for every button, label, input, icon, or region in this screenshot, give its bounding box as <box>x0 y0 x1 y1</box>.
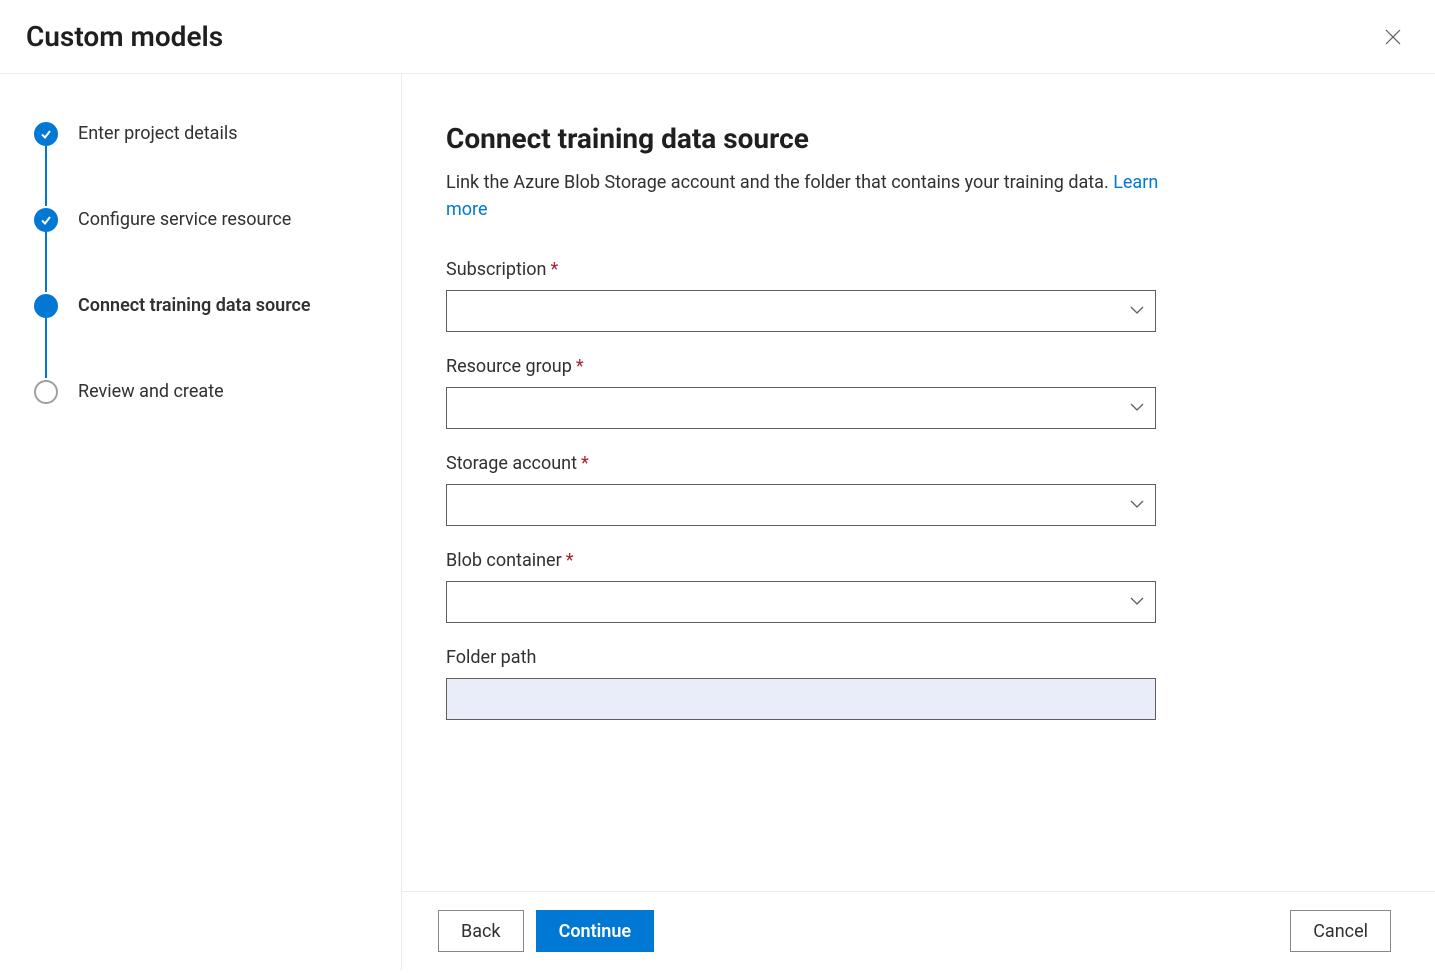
step-label: Review and create <box>78 380 224 404</box>
step-connector <box>45 232 47 292</box>
label-text: Blob container <box>446 550 562 571</box>
storage-account-select[interactable] <box>446 484 1156 526</box>
cancel-button[interactable]: Cancel <box>1290 910 1391 952</box>
section-description: Link the Azure Blob Storage account and … <box>446 169 1166 223</box>
field-subscription: Subscription* <box>446 259 1156 332</box>
description-text: Link the Azure Blob Storage account and … <box>446 172 1113 193</box>
field-folder-path: Folder path <box>446 647 1156 720</box>
folder-path-input[interactable] <box>446 678 1156 720</box>
subscription-select[interactable] <box>446 290 1156 332</box>
field-label-subscription: Subscription* <box>446 259 1156 280</box>
required-marker: * <box>551 259 559 280</box>
close-button[interactable] <box>1377 21 1409 53</box>
step-review-and-create[interactable]: Review and create <box>34 380 377 404</box>
back-button[interactable]: Back <box>438 910 524 952</box>
step-configure-service-resource[interactable]: Configure service resource <box>34 208 377 294</box>
field-storage-account: Storage account* <box>446 453 1156 526</box>
label-text: Subscription <box>446 259 547 280</box>
label-text: Resource group <box>446 356 572 377</box>
step-connector <box>45 318 47 378</box>
step-label: Configure service resource <box>78 208 291 232</box>
checkmark-icon <box>40 128 52 140</box>
step-enter-project-details[interactable]: Enter project details <box>34 122 377 208</box>
wizard-steps-sidebar: Enter project details Configure service … <box>0 74 402 970</box>
label-text: Folder path <box>446 647 536 668</box>
page-title: Custom models <box>26 20 223 53</box>
close-icon <box>1385 29 1401 45</box>
continue-button[interactable]: Continue <box>536 910 655 952</box>
main-panel: Connect training data source Link the Az… <box>402 74 1435 970</box>
resource-group-select[interactable] <box>446 387 1156 429</box>
field-label-folder-path: Folder path <box>446 647 1156 668</box>
dialog-header: Custom models <box>0 0 1435 74</box>
field-label-blob-container: Blob container* <box>446 550 1156 571</box>
step-marker-current <box>34 294 58 318</box>
step-marker-done <box>34 208 58 232</box>
label-text: Storage account <box>446 453 577 474</box>
wizard-footer: Back Continue Cancel <box>402 891 1435 970</box>
field-label-resource-group: Resource group* <box>446 356 1156 377</box>
step-label: Connect training data source <box>78 294 311 318</box>
field-label-storage-account: Storage account* <box>446 453 1156 474</box>
step-connector <box>45 146 47 206</box>
blob-container-select[interactable] <box>446 581 1156 623</box>
field-blob-container: Blob container* <box>446 550 1156 623</box>
checkmark-icon <box>40 214 52 226</box>
step-marker-future <box>34 380 58 404</box>
required-marker: * <box>576 356 584 377</box>
section-heading: Connect training data source <box>446 122 1391 155</box>
step-marker-done <box>34 122 58 146</box>
step-label: Enter project details <box>78 122 238 146</box>
required-marker: * <box>566 550 574 571</box>
required-marker: * <box>581 453 589 474</box>
field-resource-group: Resource group* <box>446 356 1156 429</box>
step-connect-training-data-source[interactable]: Connect training data source <box>34 294 377 380</box>
